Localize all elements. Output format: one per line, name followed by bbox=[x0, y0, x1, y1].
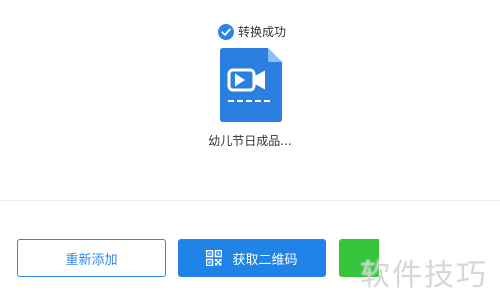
get-qr-code-label: 获取二维码 bbox=[232, 252, 298, 268]
readd-button-label: 重新添加 bbox=[65, 252, 118, 268]
readd-button[interactable]: 重新添加 bbox=[17, 239, 166, 277]
check-circle-icon bbox=[218, 24, 234, 40]
video-file-icon bbox=[220, 48, 282, 122]
qr-code-icon bbox=[206, 249, 223, 267]
file-name: 幼儿节日成品... bbox=[208, 134, 292, 148]
get-qr-code-button[interactable]: 获取二维码 bbox=[178, 239, 326, 277]
watermark-text: 软件技巧 bbox=[360, 258, 488, 293]
status-text: 转换成功 bbox=[238, 25, 287, 39]
conversion-status: 转换成功 bbox=[218, 22, 286, 42]
divider bbox=[0, 200, 500, 201]
